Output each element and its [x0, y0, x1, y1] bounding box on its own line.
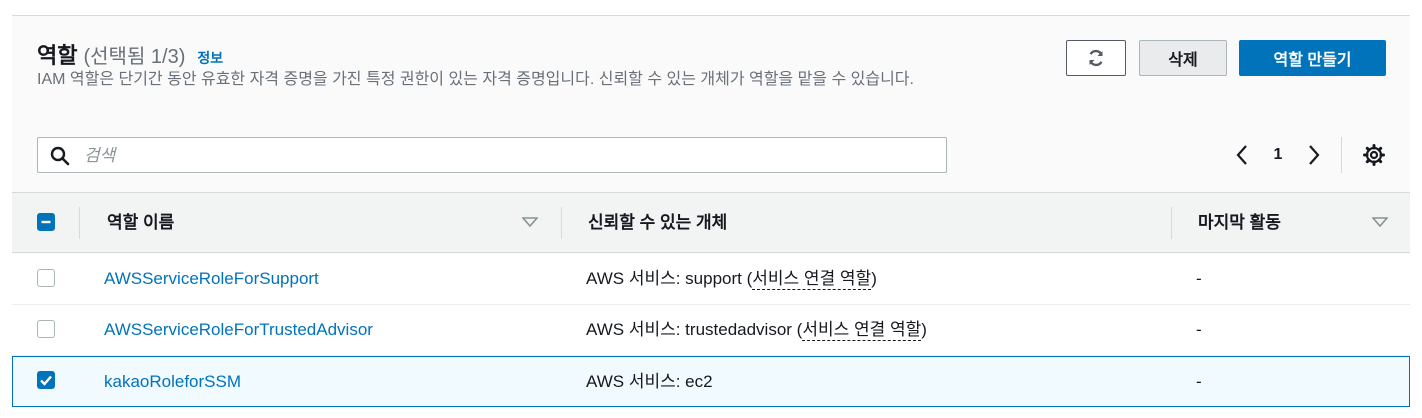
search-box[interactable] — [37, 137, 947, 173]
table-row-selected[interactable]: kakaoRoleforSSM AWS 서비스: ec2 - — [12, 356, 1410, 407]
trusted-entity-text: AWS 서비스: support ( — [586, 269, 753, 288]
row-checkbox[interactable] — [37, 269, 55, 287]
table-row[interactable]: AWSServiceRoleForTrustedAdvisor AWS 서비스:… — [12, 305, 1410, 356]
pagination-divider — [1341, 137, 1342, 173]
roles-panel: 역할 (선택됨 1/3) 정보 IAM 역할은 단기간 동안 유효한 자격 증명… — [12, 15, 1410, 408]
column-divider — [1171, 207, 1172, 239]
search-icon — [50, 146, 70, 166]
preferences-button[interactable] — [1362, 140, 1386, 170]
title-row: 역할 (선택됨 1/3) 정보 — [37, 38, 223, 70]
trusted-entity-text: AWS 서비스: trustedadvisor ( — [586, 320, 803, 339]
trusted-entity-cell: AWS 서비스: support (서비스 연결 역할) — [586, 254, 877, 303]
column-header-trusted-entity[interactable]: 신뢰할 수 있는 개체 — [588, 193, 727, 252]
column-divider — [561, 207, 562, 239]
last-activity-cell: - — [1196, 269, 1202, 288]
trusted-entity-cell: AWS 서비스: ec2 — [586, 372, 713, 391]
last-activity-cell: - — [1196, 372, 1202, 391]
chevron-left-icon — [1236, 145, 1247, 165]
trusted-entity-cell: AWS 서비스: trustedadvisor (서비스 연결 역할) — [586, 305, 927, 354]
sort-caret-icon[interactable] — [522, 216, 538, 228]
chevron-right-icon — [1309, 145, 1320, 165]
trusted-entity-suffix: ) — [921, 320, 927, 339]
create-role-button[interactable]: 역할 만들기 — [1239, 40, 1386, 76]
last-activity-cell: - — [1196, 320, 1202, 339]
select-all-checkbox[interactable] — [37, 213, 55, 231]
indeterminate-icon — [41, 220, 51, 224]
column-header-role-name[interactable]: 역할 이름 — [107, 193, 174, 252]
role-name-link[interactable]: AWSServiceRoleForTrustedAdvisor — [104, 305, 373, 354]
table-row[interactable]: AWSServiceRoleForSupport AWS 서비스: suppor… — [12, 254, 1410, 305]
refresh-button[interactable] — [1066, 40, 1126, 76]
role-name-link[interactable]: kakaoRoleforSSM — [104, 357, 241, 406]
column-header-last-activity[interactable]: 마지막 활동 — [1198, 193, 1281, 252]
row-checkbox[interactable] — [37, 371, 55, 389]
page-description: IAM 역할은 단기간 동안 유효한 자격 증명을 가진 특정 권한이 있는 자… — [37, 71, 914, 88]
delete-button[interactable]: 삭제 — [1139, 40, 1227, 76]
search-input[interactable] — [82, 139, 936, 173]
checkmark-icon — [40, 375, 52, 386]
gear-icon — [1363, 144, 1385, 166]
trusted-entity-suffix: ) — [871, 269, 877, 288]
page-title: 역할 — [37, 43, 78, 68]
service-linked-role-link[interactable]: 서비스 연결 역할 — [752, 269, 872, 290]
sort-caret-icon[interactable] — [1372, 216, 1388, 228]
row-checkbox[interactable] — [37, 320, 55, 338]
current-page-number[interactable]: 1 — [1270, 140, 1286, 170]
service-linked-role-link[interactable]: 서비스 연결 역할 — [802, 320, 922, 341]
info-link[interactable]: 정보 — [197, 48, 223, 68]
column-divider — [79, 207, 80, 239]
previous-page-button[interactable] — [1230, 140, 1254, 170]
next-page-button[interactable] — [1302, 140, 1326, 170]
role-name-link[interactable]: AWSServiceRoleForSupport — [104, 254, 319, 303]
table-header: 역할 이름 신뢰할 수 있는 개체 마지막 활동 — [12, 192, 1410, 253]
selection-count: (선택됨 1/3) — [83, 46, 186, 68]
panel-header: 역할 (선택됨 1/3) 정보 IAM 역할은 단기간 동안 유효한 자격 증명… — [12, 16, 1410, 192]
refresh-icon — [1089, 49, 1103, 67]
